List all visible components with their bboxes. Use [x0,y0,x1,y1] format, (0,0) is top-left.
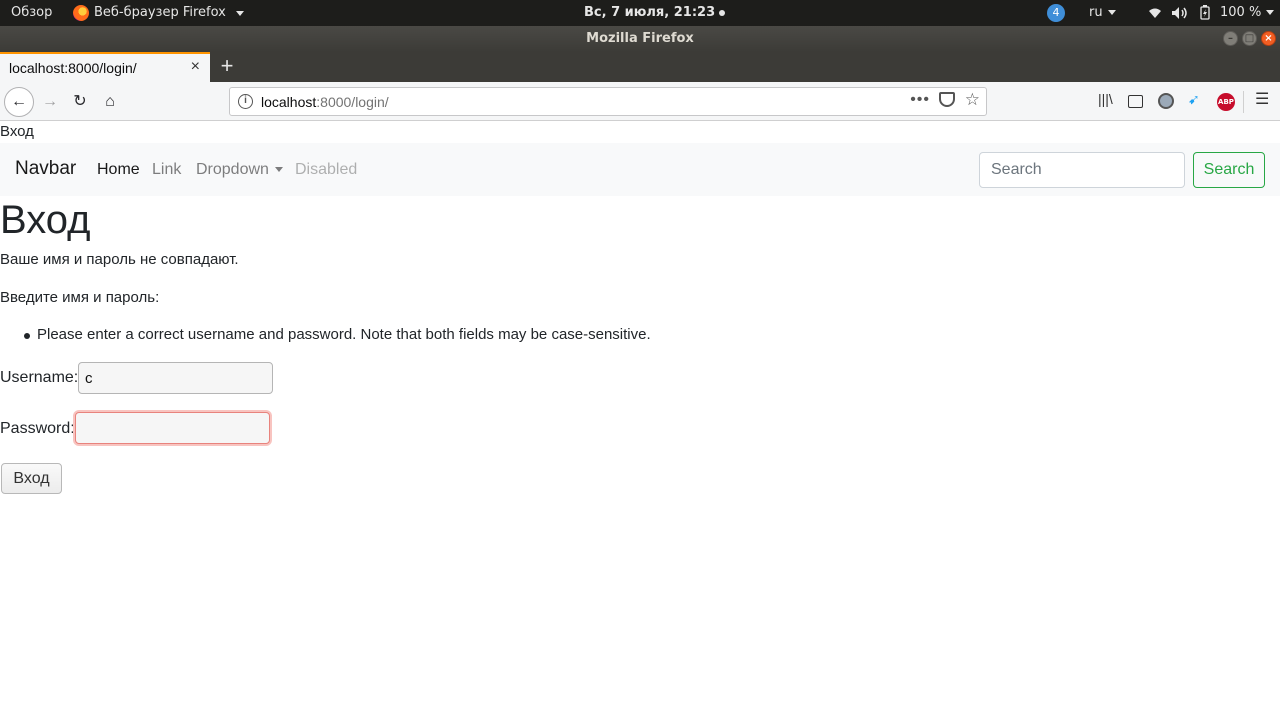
activities-button[interactable]: Обзор [11,0,52,26]
clock[interactable]: Вс, 7 июля, 21:23 [584,0,726,26]
reload-button[interactable]: ↻ [66,88,94,116]
nav-dropdown[interactable]: Dropdown [196,161,283,179]
nav-link-link[interactable]: Link [152,161,181,179]
app-menu[interactable]: Веб-браузер Firefox [73,0,244,26]
chevron-down-icon [235,10,244,16]
clock-label: Вс, 7 июля, 21:23 [584,5,716,20]
nav-dropdown-label: Dropdown [196,161,269,178]
tab-login[interactable]: localhost:8000/login/ × [0,52,210,82]
bullet-icon [24,333,30,339]
forward-button[interactable]: → [36,88,64,116]
battery-menu[interactable]: 100 % [1220,0,1275,26]
home-button[interactable]: ⌂ [96,88,124,116]
language-label: ru [1089,5,1103,20]
chevron-down-icon [1107,10,1116,15]
firefox-icon [73,5,89,21]
password-label: Password: [0,420,75,437]
window-title-bar: Mozilla Firefox – □ × [0,26,1280,52]
back-button[interactable]: ← [4,87,34,117]
navbar-brand[interactable]: Navbar [15,158,76,180]
page-title: Вход [0,198,91,242]
password-field[interactable] [75,412,270,444]
battery-percent: 100 % [1220,5,1262,20]
adblock-plus-icon[interactable]: ABP [1217,93,1235,111]
chevron-down-icon [1266,10,1275,15]
url-bar[interactable]: i localhost:8000/login/ ••• ☆ [229,87,987,116]
nav-link-disabled: Disabled [295,161,358,178]
wifi-icon[interactable] [1148,0,1162,26]
error-list-item: Please enter a correct username and pass… [37,326,651,343]
nav-link-home[interactable]: Home [97,161,140,179]
site-navbar: Navbar Home Link Dropdown Disabled Searc… [0,143,1280,196]
search-button[interactable]: Search [1193,152,1265,188]
system-top-bar: Обзор Веб-браузер Firefox Вс, 7 июля, 21… [0,0,1280,26]
error-message: Ваше имя и пароль не совпадают. [0,251,239,268]
notification-badge[interactable]: 4 [1047,4,1065,22]
page-top-text: Вход [0,123,34,140]
battery-icon[interactable] [1200,0,1210,26]
toolbar-divider [1243,91,1244,113]
login-submit-button[interactable]: Вход [1,463,62,494]
close-icon[interactable]: × [1261,31,1276,46]
pocket-icon[interactable] [939,92,955,107]
username-label: Username: [0,369,79,386]
chevron-down-icon [274,167,283,173]
tab-close-icon[interactable]: × [191,58,200,76]
sidebar-icon[interactable] [1128,95,1143,108]
url-path: :8000/login/ [316,94,389,110]
minimize-icon[interactable]: – [1223,31,1238,46]
window-controls: – □ × [1223,31,1276,46]
page-content: Вход Navbar Home Link Dropdown Disabled … [0,121,1280,719]
language-indicator[interactable]: ru [1089,0,1116,26]
bookmark-star-icon[interactable]: ☆ [965,90,980,110]
account-icon[interactable] [1158,93,1174,109]
search-input[interactable] [979,152,1185,188]
maximize-icon[interactable]: □ [1242,31,1257,46]
tab-strip: localhost:8000/login/ × + [0,52,1280,82]
bird-extension-icon[interactable]: ➹ [1188,91,1200,108]
url-text: localhost:8000/login/ [261,94,389,110]
browser-toolbar: ← → ↻ ⌂ i localhost:8000/login/ ••• ☆ ||… [0,82,1280,121]
hamburger-menu-icon[interactable]: ☰ [1255,89,1269,109]
url-host: localhost [261,94,317,110]
new-tab-button[interactable]: + [216,54,238,78]
library-icon[interactable]: |||\ [1098,91,1113,107]
page-actions-icon[interactable]: ••• [910,91,930,109]
app-menu-label: Веб-браузер Firefox [94,5,226,20]
username-field[interactable] [78,362,273,394]
tab-title: localhost:8000/login/ [9,60,137,76]
volume-icon[interactable] [1172,0,1188,26]
login-prompt: Введите имя и пароль: [0,289,160,306]
notification-dot-icon [719,9,726,16]
site-info-icon[interactable]: i [238,94,253,109]
window-title: Mozilla Firefox [586,31,694,46]
